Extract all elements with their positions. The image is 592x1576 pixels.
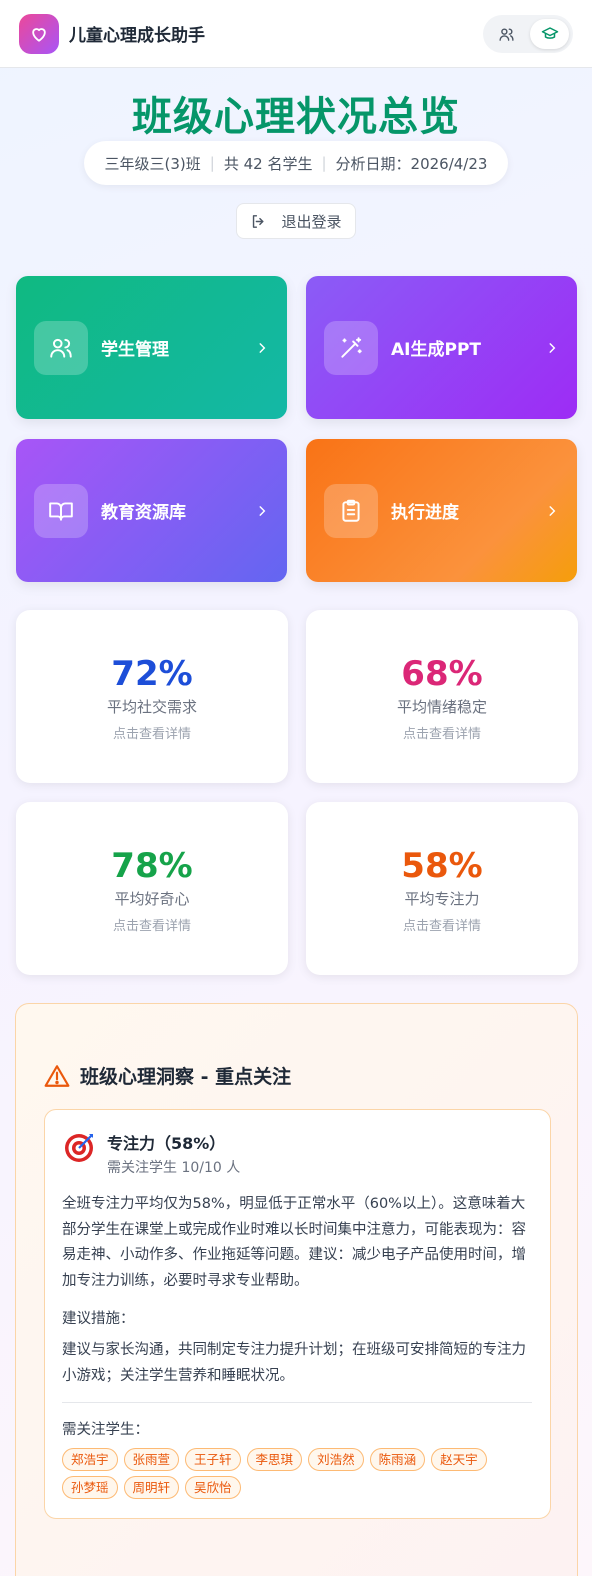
student-count: 共 42 名学生	[223, 154, 313, 173]
clipboard-icon-wrap	[324, 483, 378, 538]
stat-hint: 点击查看详情	[402, 727, 481, 742]
class-insight-panel: 班级心理洞察 - 重点关注 专注力（58%） 需关注学生 10/10 人 全班专…	[15, 1003, 578, 1576]
student-tag[interactable]: 陈雨涵	[369, 1448, 426, 1471]
card-label: 教育资源库	[101, 503, 186, 523]
student-tag[interactable]: 赵天宇	[431, 1448, 487, 1471]
divider: |	[209, 154, 215, 172]
wand-icon-wrap	[324, 320, 378, 375]
stat-hint: 点击查看详情	[402, 919, 481, 934]
focus-description: 全班专注力平均仅为58%，明显低于正常水平（60%以上）。这意味着大部分学生在课…	[62, 1196, 526, 1289]
student-tag-list: 郑浩宇 张雨萱 王子轩 李思琪 刘浩然 陈雨涵 赵天宇 孙梦瑶 周明轩 吴欣怡	[62, 1448, 532, 1499]
stat-value: 72%	[111, 654, 193, 694]
top-bar: 儿童心理成长助手	[0, 0, 592, 68]
stat-emotion-stability[interactable]: 68% 平均情绪稳定 点击查看详情	[306, 610, 578, 783]
stat-hint: 点击查看详情	[112, 919, 191, 934]
focus-insight-card: 专注力（58%） 需关注学生 10/10 人 全班专注力平均仅为58%，明显低于…	[44, 1109, 551, 1519]
chevron-right-icon	[549, 342, 556, 353]
student-tag[interactable]: 张雨萱	[123, 1448, 180, 1471]
card-label: 学生管理	[101, 340, 169, 360]
page-title: 班级心理状况总览	[132, 94, 460, 140]
chevron-right-icon	[549, 505, 556, 516]
view-toggle	[483, 15, 573, 53]
execution-progress-card[interactable]: 执行进度	[306, 439, 577, 582]
class-meta: 三年级三(3)班 | 共 42 名学生 | 分析日期：2026/4/23	[84, 141, 508, 185]
class-name: 三年级三(3)班	[104, 154, 201, 173]
student-tag[interactable]: 郑浩宇	[62, 1448, 118, 1471]
insight-title: 班级心理洞察 - 重点关注	[80, 1066, 292, 1088]
insight-header: 班级心理洞察 - 重点关注	[44, 1062, 291, 1089]
stat-value: 58%	[401, 846, 483, 886]
divider	[62, 1402, 532, 1403]
focus-subtitle: 需关注学生 10/10 人	[107, 1160, 241, 1176]
users-icon	[50, 338, 72, 358]
student-tag[interactable]: 刘浩然	[308, 1448, 364, 1471]
stat-curiosity[interactable]: 78% 平均好奇心 点击查看详情	[16, 802, 288, 975]
chevron-right-icon	[259, 505, 266, 516]
resource-library-card[interactable]: 教育资源库	[16, 439, 287, 582]
card-label: AI生成PPT	[391, 340, 481, 360]
student-tag[interactable]: 王子轩	[185, 1448, 241, 1471]
focus-title: 专注力（58%）	[107, 1134, 226, 1153]
student-tag[interactable]: 吴欣怡	[185, 1476, 241, 1499]
stat-name: 平均专注力	[404, 890, 480, 908]
app-title: 儿童心理成长助手	[69, 26, 205, 46]
stat-value: 68%	[401, 654, 483, 694]
measures-text: 建议与家长沟通，共同制定专注力提升计划；在班级可安排简短的专注力小游戏；关注学生…	[62, 1342, 526, 1384]
book-icon-wrap	[34, 483, 88, 538]
student-tag[interactable]: 孙梦瑶	[62, 1476, 118, 1499]
analysis-date: 分析日期：2026/4/23	[335, 154, 488, 173]
app-logo	[19, 13, 59, 54]
parent-view-button[interactable]	[487, 19, 526, 49]
logout-icon	[253, 214, 264, 228]
users-icon	[499, 27, 514, 41]
book-open-icon	[49, 501, 73, 521]
student-management-card[interactable]: 学生管理	[16, 276, 287, 419]
chevron-right-icon	[259, 342, 266, 353]
student-tag[interactable]: 周明轩	[123, 1476, 180, 1499]
focus-insight-header: 专注力（58%） 需关注学生 10/10 人	[63, 1130, 240, 1177]
stat-hint: 点击查看详情	[112, 727, 191, 742]
target-icon	[65, 1134, 93, 1162]
stat-focus[interactable]: 58% 平均专注力 点击查看详情	[306, 802, 578, 975]
ai-ppt-card[interactable]: AI生成PPT	[306, 276, 577, 419]
logout-label: 退出登录	[281, 212, 342, 231]
heart-icon	[32, 27, 46, 42]
logout-button[interactable]: 退出登录	[236, 203, 356, 239]
students-label: 需关注学生：	[62, 1422, 149, 1438]
stat-name: 平均社交需求	[106, 698, 197, 716]
magic-wand-icon	[341, 336, 362, 358]
stat-social-need[interactable]: 72% 平均社交需求 点击查看详情	[16, 610, 288, 783]
stat-name: 平均好奇心	[114, 890, 190, 908]
graduation-cap-icon	[541, 27, 558, 39]
divider: |	[321, 154, 327, 172]
stat-name: 平均情绪稳定	[396, 698, 487, 716]
stat-value: 78%	[111, 846, 193, 886]
teacher-view-button[interactable]	[530, 19, 569, 49]
users-icon-wrap	[34, 320, 88, 375]
student-tag[interactable]: 李思琪	[246, 1448, 303, 1471]
clipboard-icon	[342, 499, 360, 522]
measures-label: 建议措施：	[62, 1311, 135, 1327]
warning-icon	[44, 1064, 70, 1087]
card-label: 执行进度	[391, 503, 459, 523]
